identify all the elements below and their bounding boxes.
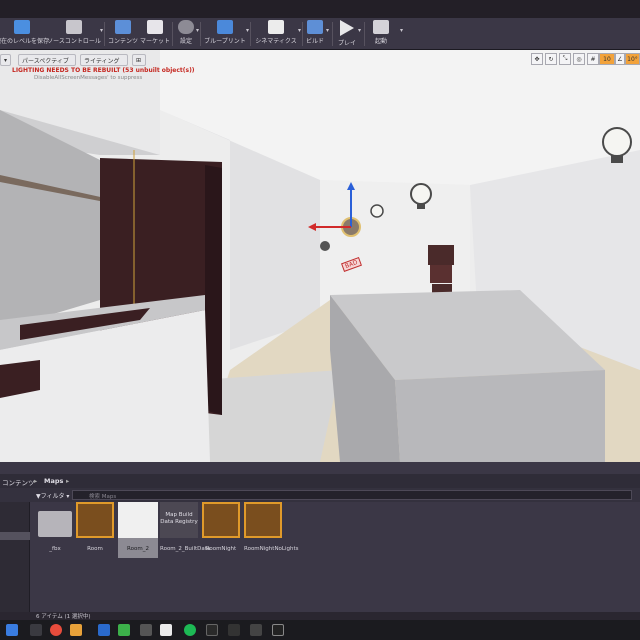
chevron-down-icon[interactable]: ▾ [298, 27, 301, 34]
unreal-icon[interactable] [272, 624, 284, 636]
content-icon [115, 20, 131, 34]
chevron-down-icon[interactable]: ▾ [400, 27, 403, 34]
app-icon[interactable] [250, 624, 262, 636]
marketplace-icon [147, 20, 163, 34]
lighting-warning: LIGHTING NEEDS TO BE REBUILT (53 unbuilt… [12, 67, 195, 74]
level-viewport[interactable] [0, 50, 640, 462]
main-toolbar: 現在のレベルを保存 ソースコントロール コンテンツ マーケット 設定 ブループリ… [0, 18, 640, 50]
settings-button[interactable]: 設定 [176, 20, 196, 48]
source-control-icon [66, 20, 82, 34]
toolbar-divider [364, 22, 365, 46]
toolbar-divider [172, 22, 173, 46]
launch-icon [373, 20, 389, 34]
chrome-icon[interactable] [50, 624, 62, 636]
build-icon [307, 20, 323, 34]
folder-tree-selected-item[interactable] [0, 532, 30, 540]
move-icon[interactable]: ✥ [531, 53, 543, 65]
blueprint-icon [217, 20, 233, 34]
launch-button[interactable]: 起動 [370, 20, 392, 48]
show-button[interactable]: ⊞ [132, 54, 146, 66]
toolbar-divider [200, 22, 201, 46]
build-button[interactable]: ビルド [304, 20, 326, 48]
source-control-button[interactable]: ソースコントロール [47, 20, 101, 48]
globe-icon[interactable]: ◎ [573, 53, 585, 65]
registry-icon: Map Build Data Registry [160, 502, 198, 538]
toolbar-divider [332, 22, 333, 46]
cinematics-icon [268, 20, 284, 34]
chevron-down-icon[interactable]: ▾ [358, 27, 361, 34]
marketplace-button[interactable]: マーケット [140, 20, 170, 48]
breadcrumb: コンテンツ ▸ Maps ▸ [0, 474, 640, 488]
chevron-down-icon[interactable]: ▾ [326, 27, 329, 34]
breadcrumb-separator-icon: ▸ [34, 477, 38, 485]
folder-icon [36, 502, 74, 538]
asset-item-roomnightnolights[interactable]: RoomNightNoLights [244, 502, 299, 558]
suppress-hint: DisableAllScreenMessages' to suppress [34, 75, 143, 81]
filter-bar: ▼フィルタ ▾ 検索 Maps [0, 488, 640, 502]
rotate-icon[interactable]: ↻ [545, 53, 557, 65]
monitor-top-edge [0, 0, 640, 18]
chevron-down-icon[interactable]: ▾ [246, 27, 249, 34]
map-icon [244, 502, 282, 538]
breadcrumb-chevron-icon[interactable]: ▸ [66, 477, 69, 485]
map-icon [76, 502, 114, 538]
folder-tree-panel[interactable] [0, 502, 30, 612]
perspective-label: パースペクティブ [22, 57, 69, 65]
epic-games-icon[interactable] [228, 624, 240, 636]
asset-item-room-2[interactable]: Room_2 [118, 502, 158, 558]
app-icon[interactable] [160, 624, 172, 636]
start-icon[interactable] [6, 624, 18, 636]
cinematics-button[interactable]: シネマティクス [254, 20, 298, 48]
toolbar-divider [104, 22, 105, 46]
task-view-icon[interactable] [30, 624, 42, 636]
play-button[interactable]: プレイ [336, 20, 358, 48]
asset-item-room[interactable]: Room [76, 502, 114, 558]
asset-item-roomnight[interactable]: RoomNight [202, 502, 240, 558]
file-explorer-icon[interactable] [70, 624, 82, 636]
viewport-options-button[interactable]: ▾ [0, 54, 12, 66]
filter-button[interactable]: ▼フィルタ ▾ [36, 491, 69, 500]
map-preview-icon [118, 502, 158, 538]
save-level-button[interactable]: 現在のレベルを保存 [0, 20, 49, 48]
spotify-icon[interactable] [184, 624, 196, 636]
asset-item-fbx-folder[interactable]: _fbx [36, 502, 74, 558]
grid-snap-icon[interactable]: # [587, 53, 599, 65]
chevron-down-icon[interactable]: ▾ [100, 27, 103, 34]
line-icon[interactable] [118, 624, 130, 636]
play-icon [340, 20, 354, 36]
item-count-status: 6 アイテム (1 選択中) [36, 614, 91, 620]
chevron-down-icon[interactable]: ▾ [196, 27, 199, 34]
breadcrumb-root[interactable]: コンテンツ [2, 477, 35, 487]
grid-snap-value[interactable]: 10 [599, 53, 615, 65]
toolbar-divider [302, 22, 303, 46]
app-icon[interactable] [140, 624, 152, 636]
os-taskbar [0, 620, 640, 640]
app-icon[interactable] [206, 624, 218, 636]
settings-icon [178, 20, 194, 34]
scale-icon[interactable]: ⤡ [559, 53, 571, 65]
perspective-button[interactable]: パースペクティブ [18, 54, 76, 66]
toolbar-divider [250, 22, 251, 46]
blueprint-button[interactable]: ブループリント [204, 20, 246, 48]
asset-item-room-2-builtdata[interactable]: Map Build Data Registry Room_2_BuiltData [160, 502, 210, 558]
map-icon [202, 502, 240, 538]
lighting-mode-button[interactable]: ライティング [80, 54, 128, 66]
breadcrumb-folder[interactable]: Maps [44, 477, 63, 485]
scene-render [0, 50, 640, 462]
lighting-label: ライティング [84, 57, 120, 65]
app-icon[interactable] [98, 624, 110, 636]
angle-snap-value[interactable]: 10° [625, 53, 640, 65]
angle-snap-icon[interactable]: ∠ [615, 53, 625, 65]
content-button[interactable]: コンテンツ [108, 20, 138, 48]
save-icon [14, 20, 30, 34]
search-input[interactable]: 検索 Maps [72, 490, 632, 500]
